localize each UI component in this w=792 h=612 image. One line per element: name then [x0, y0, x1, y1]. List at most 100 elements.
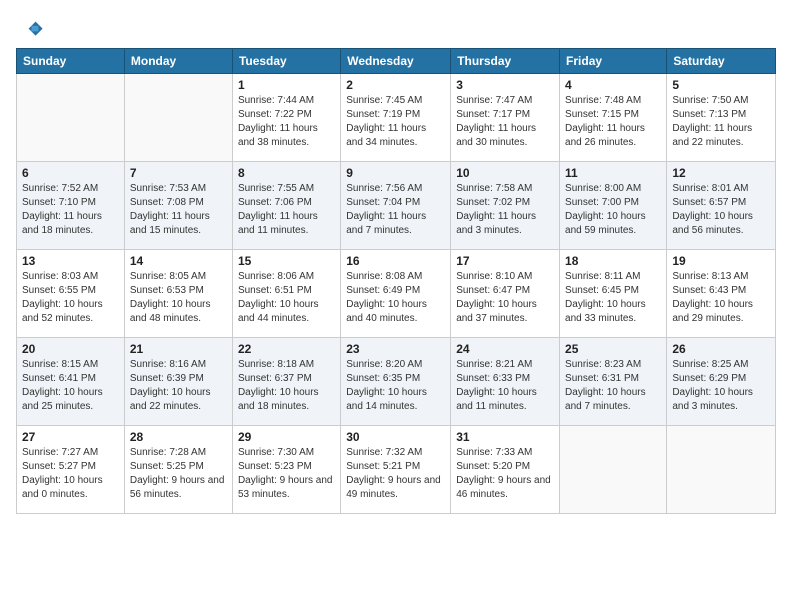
calendar-cell: 30Sunrise: 7:32 AMSunset: 5:21 PMDayligh… [341, 426, 451, 514]
col-header-wednesday: Wednesday [341, 49, 451, 74]
day-info: Sunrise: 8:11 AMSunset: 6:45 PMDaylight:… [565, 270, 661, 326]
day-info: Sunrise: 7:47 AMSunset: 7:17 PMDaylight:… [456, 94, 554, 150]
day-number: 13 [22, 254, 119, 268]
calendar-cell: 24 Sunrise: 8:21 AMSunset: 6:33 PMDayligh… [451, 338, 560, 426]
page-container: SundayMondayTuesdayWednesdayThursdayFrid… [0, 0, 792, 522]
day-number: 4 [565, 78, 661, 92]
day-info: Sunrise: 7:27 AMSunset: 5:27 PMDaylight:… [22, 446, 119, 502]
calendar-cell: 4 Sunrise: 7:48 AMSunset: 7:15 PMDaylight… [560, 74, 667, 162]
day-info: Sunrise: 8:13 AMSunset: 6:43 PMDaylight:… [672, 270, 770, 326]
calendar-cell [560, 426, 667, 514]
col-header-saturday: Saturday [667, 49, 776, 74]
day-info: Sunrise: 8:01 AMSunset: 6:57 PMDaylight:… [672, 182, 770, 238]
calendar-cell: 3 Sunrise: 7:47 AMSunset: 7:17 PMDaylight… [451, 74, 560, 162]
day-info: Sunrise: 8:08 AMSunset: 6:49 PMDaylight:… [346, 270, 445, 326]
logo-icon [16, 16, 44, 44]
day-number: 9 [346, 166, 445, 180]
calendar-cell: 2Sunrise: 7:45 AMSunset: 7:19 PMDaylight… [341, 74, 451, 162]
day-number: 12 [672, 166, 770, 180]
calendar-cell [17, 74, 125, 162]
calendar-week-row: 6Sunrise: 7:52 AMSunset: 7:10 PMDaylight… [17, 162, 776, 250]
day-info: Sunrise: 8:05 AMSunset: 6:53 PMDaylight:… [130, 270, 227, 326]
day-info: Sunrise: 7:44 AMSunset: 7:22 PMDaylight:… [238, 94, 335, 150]
day-number: 26 [672, 342, 770, 356]
calendar-cell: 13 Sunrise: 8:03 AMSunset: 6:55 PMDayligh… [17, 250, 125, 338]
day-info: Sunrise: 7:48 AMSunset: 7:15 PMDaylight:… [565, 94, 661, 150]
day-info: Sunrise: 7:50 AMSunset: 7:13 PMDaylight:… [672, 94, 770, 150]
day-info: Sunrise: 7:32 AMSunset: 5:21 PMDaylight:… [346, 446, 445, 502]
day-number: 2 [346, 78, 445, 92]
calendar-table: SundayMondayTuesdayWednesdayThursdayFrid… [16, 48, 776, 514]
calendar-cell: 8 Sunrise: 7:55 AMSunset: 7:06 PMDaylight… [232, 162, 340, 250]
calendar-cell: 20 Sunrise: 8:15 AMSunset: 6:41 PMDayligh… [17, 338, 125, 426]
calendar-cell: 11 Sunrise: 8:00 AMSunset: 7:00 PMDayligh… [560, 162, 667, 250]
day-number: 23 [346, 342, 445, 356]
calendar-week-row: 13 Sunrise: 8:03 AMSunset: 6:55 PMDayligh… [17, 250, 776, 338]
calendar-cell: 31Sunrise: 7:33 AMSunset: 5:20 PMDayligh… [451, 426, 560, 514]
calendar-cell: 14 Sunrise: 8:05 AMSunset: 6:53 PMDayligh… [124, 250, 232, 338]
day-info: Sunrise: 7:30 AMSunset: 5:23 PMDaylight:… [238, 446, 335, 502]
day-info: Sunrise: 8:16 AMSunset: 6:39 PMDaylight:… [130, 358, 227, 414]
calendar-cell: 25 Sunrise: 8:23 AMSunset: 6:31 PMDayligh… [560, 338, 667, 426]
calendar-cell: 29 Sunrise: 7:30 AMSunset: 5:23 PMDayligh… [232, 426, 340, 514]
day-number: 11 [565, 166, 661, 180]
calendar-cell: 9 Sunrise: 7:56 AMSunset: 7:04 PMDaylight… [341, 162, 451, 250]
calendar-cell [667, 426, 776, 514]
day-number: 17 [456, 254, 554, 268]
day-number: 7 [130, 166, 227, 180]
day-number: 20 [22, 342, 119, 356]
calendar-week-row: 1 Sunrise: 7:44 AMSunset: 7:22 PMDaylight… [17, 74, 776, 162]
calendar-cell: 28Sunrise: 7:28 AMSunset: 5:25 PMDayligh… [124, 426, 232, 514]
day-info: Sunrise: 8:06 AMSunset: 6:51 PMDaylight:… [238, 270, 335, 326]
calendar-cell: 7 Sunrise: 7:53 AMSunset: 7:08 PMDaylight… [124, 162, 232, 250]
day-info: Sunrise: 8:00 AMSunset: 7:00 PMDaylight:… [565, 182, 661, 238]
day-info: Sunrise: 7:55 AMSunset: 7:06 PMDaylight:… [238, 182, 335, 238]
day-info: Sunrise: 8:15 AMSunset: 6:41 PMDaylight:… [22, 358, 119, 414]
day-number: 24 [456, 342, 554, 356]
logo [16, 16, 48, 44]
calendar-cell: 26 Sunrise: 8:25 AMSunset: 6:29 PMDayligh… [667, 338, 776, 426]
day-info: Sunrise: 8:25 AMSunset: 6:29 PMDaylight:… [672, 358, 770, 414]
day-info: Sunrise: 8:20 AMSunset: 6:35 PMDaylight:… [346, 358, 445, 414]
calendar-cell: 18Sunrise: 8:11 AMSunset: 6:45 PMDayligh… [560, 250, 667, 338]
day-info: Sunrise: 8:03 AMSunset: 6:55 PMDaylight:… [22, 270, 119, 326]
calendar-week-row: 20 Sunrise: 8:15 AMSunset: 6:41 PMDayligh… [17, 338, 776, 426]
day-number: 10 [456, 166, 554, 180]
day-number: 3 [456, 78, 554, 92]
day-number: 27 [22, 430, 119, 444]
col-header-sunday: Sunday [17, 49, 125, 74]
calendar-cell: 17 Sunrise: 8:10 AMSunset: 6:47 PMDayligh… [451, 250, 560, 338]
day-number: 31 [456, 430, 554, 444]
day-info: Sunrise: 7:28 AMSunset: 5:25 PMDaylight:… [130, 446, 227, 502]
day-info: Sunrise: 7:58 AMSunset: 7:02 PMDaylight:… [456, 182, 554, 238]
calendar-cell: 5 Sunrise: 7:50 AMSunset: 7:13 PMDaylight… [667, 74, 776, 162]
calendar-cell: 16 Sunrise: 8:08 AMSunset: 6:49 PMDayligh… [341, 250, 451, 338]
col-header-thursday: Thursday [451, 49, 560, 74]
calendar-cell: 6Sunrise: 7:52 AMSunset: 7:10 PMDaylight… [17, 162, 125, 250]
calendar-cell: 27 Sunrise: 7:27 AMSunset: 5:27 PMDayligh… [17, 426, 125, 514]
calendar-cell: 23 Sunrise: 8:20 AMSunset: 6:35 PMDayligh… [341, 338, 451, 426]
day-number: 1 [238, 78, 335, 92]
calendar-cell: 22 Sunrise: 8:18 AMSunset: 6:37 PMDayligh… [232, 338, 340, 426]
day-info: Sunrise: 8:18 AMSunset: 6:37 PMDaylight:… [238, 358, 335, 414]
day-number: 8 [238, 166, 335, 180]
day-number: 16 [346, 254, 445, 268]
day-info: Sunrise: 8:10 AMSunset: 6:47 PMDaylight:… [456, 270, 554, 326]
calendar-cell: 10 Sunrise: 7:58 AMSunset: 7:02 PMDayligh… [451, 162, 560, 250]
day-number: 5 [672, 78, 770, 92]
day-info: Sunrise: 7:53 AMSunset: 7:08 PMDaylight:… [130, 182, 227, 238]
calendar-cell: 21 Sunrise: 8:16 AMSunset: 6:39 PMDayligh… [124, 338, 232, 426]
day-info: Sunrise: 8:21 AMSunset: 6:33 PMDaylight:… [456, 358, 554, 414]
calendar-cell [124, 74, 232, 162]
col-header-friday: Friday [560, 49, 667, 74]
day-number: 14 [130, 254, 227, 268]
day-info: Sunrise: 7:56 AMSunset: 7:04 PMDaylight:… [346, 182, 445, 238]
calendar-cell: 19Sunrise: 8:13 AMSunset: 6:43 PMDayligh… [667, 250, 776, 338]
day-info: Sunrise: 8:23 AMSunset: 6:31 PMDaylight:… [565, 358, 661, 414]
day-number: 21 [130, 342, 227, 356]
day-number: 25 [565, 342, 661, 356]
day-number: 29 [238, 430, 335, 444]
calendar-cell: 1 Sunrise: 7:44 AMSunset: 7:22 PMDaylight… [232, 74, 340, 162]
day-number: 22 [238, 342, 335, 356]
day-number: 6 [22, 166, 119, 180]
